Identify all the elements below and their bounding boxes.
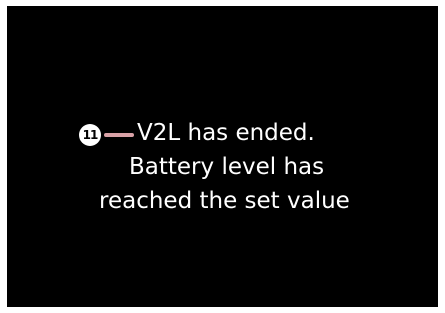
callout-leader-line [104,133,134,137]
message-line-3: reached the set value [99,188,350,214]
message-line-1: V2L has ended. [137,120,315,146]
figure-frame: 11 V2L has ended. Battery level has reac… [0,0,445,313]
display-screen: 11 V2L has ended. Battery level has reac… [7,6,438,307]
callout-number-badge: 11 [79,124,101,146]
message-line-2: Battery level has [129,154,325,180]
